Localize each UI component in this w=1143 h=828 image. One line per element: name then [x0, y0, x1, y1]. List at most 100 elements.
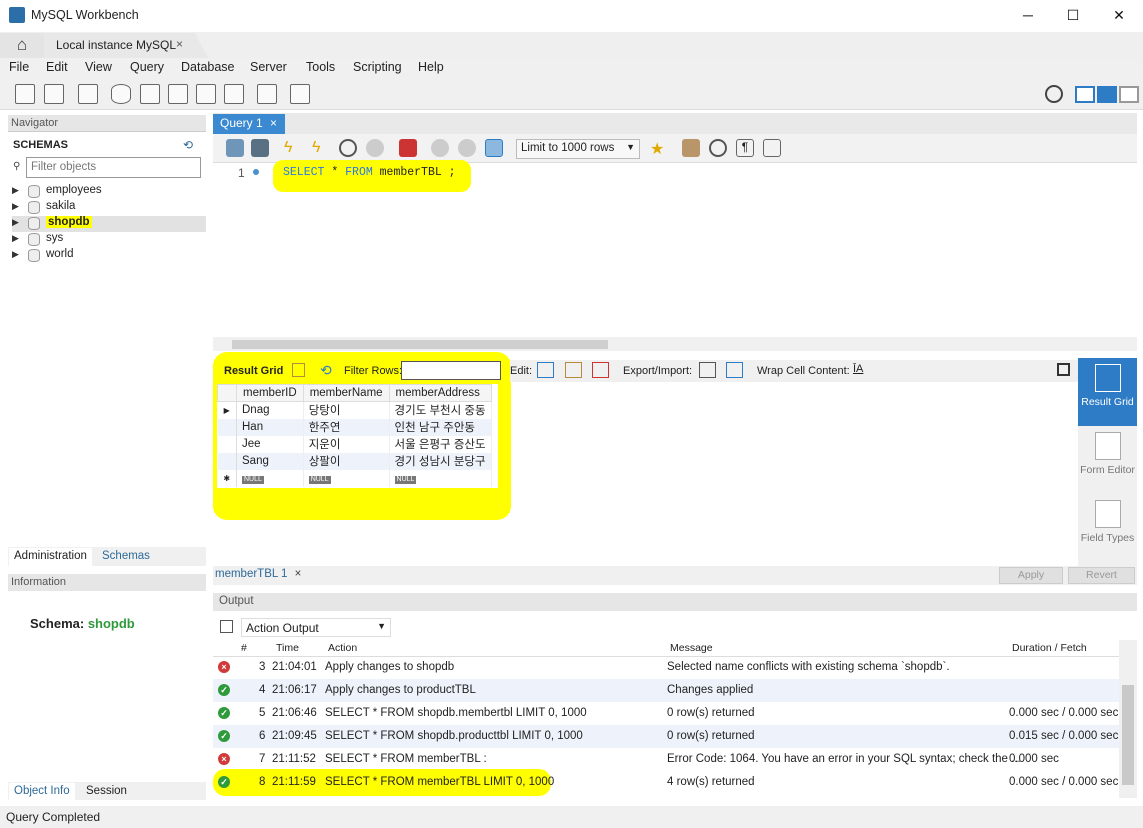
filter-rows-input[interactable] — [401, 361, 501, 380]
table-cell[interactable]: Jee — [236, 435, 304, 453]
table-cell[interactable]: 인천 남구 주안동 — [389, 418, 492, 436]
revert-button[interactable]: Revert — [1068, 567, 1135, 584]
create-schema-icon[interactable] — [111, 84, 131, 104]
menu-tools[interactable]: Tools — [306, 60, 335, 74]
result-grid-label[interactable]: Result Grid — [224, 365, 283, 377]
insert-row-icon[interactable] — [565, 362, 582, 378]
apply-button[interactable]: Apply — [999, 567, 1063, 584]
tab-administration[interactable]: Administration — [9, 548, 92, 566]
result-grid-side-button[interactable]: Result Grid — [1078, 358, 1137, 426]
table-cell[interactable]: 상팔이 — [303, 452, 390, 470]
home-tab[interactable]: ⌂ — [0, 33, 44, 58]
result-grid[interactable]: memberID memberName memberAddress ▶ Dnag… — [217, 384, 492, 487]
instance-tab-close-icon[interactable]: × — [176, 37, 183, 51]
add-snippet-icon[interactable]: ★ — [650, 139, 668, 158]
invisible-chars-icon[interactable]: ¶ — [736, 139, 754, 157]
scrollbar-thumb[interactable] — [1122, 685, 1134, 785]
close-window-button[interactable]: ✕ — [1107, 4, 1131, 26]
commit-icon[interactable] — [431, 139, 449, 157]
tab-schemas[interactable]: Schemas — [97, 548, 155, 566]
new-row[interactable]: ✱ NULL NULL NULL — [217, 469, 492, 487]
grid-layout-icon[interactable] — [292, 363, 305, 377]
expand-arrow-icon[interactable]: ▶ — [12, 249, 19, 260]
rollback-icon[interactable] — [458, 139, 476, 157]
table-cell[interactable]: NULL — [303, 469, 390, 487]
table-row[interactable]: Sang 상팔이 경기 성남시 분당구 — [217, 452, 492, 470]
inspector-icon[interactable] — [78, 84, 98, 104]
instance-tab[interactable]: Local instance MySQL × — [44, 33, 208, 58]
sql-statement[interactable]: SELECT * FROM memberTBL ; — [283, 166, 456, 179]
table-cell[interactable]: Dnag — [236, 401, 304, 419]
scrollbar-thumb[interactable] — [232, 340, 608, 349]
table-cell[interactable]: NULL — [236, 469, 304, 487]
refresh-schemas-icon[interactable]: ⟲ — [183, 138, 193, 152]
output-row[interactable]: × 7 21:11:52 SELECT * FROM memberTBL : E… — [213, 748, 1119, 771]
menu-view[interactable]: View — [85, 60, 112, 74]
expand-arrow-icon[interactable]: ▶ — [12, 201, 19, 212]
output-row[interactable]: ✓ 5 21:06:46 SELECT * FROM shopdb.member… — [213, 702, 1119, 725]
result-tab-close-icon[interactable]: × — [295, 568, 302, 580]
execute-icon[interactable]: ϟ — [284, 139, 302, 157]
column-header[interactable]: memberID — [236, 384, 304, 402]
toggle-continue-on-error-icon[interactable] — [399, 139, 417, 157]
output-row[interactable]: × 3 21:04:01 Apply changes to shopdb Sel… — [213, 656, 1119, 679]
expand-arrow-icon[interactable]: ▶ — [12, 233, 19, 244]
reconnect-icon[interactable] — [290, 84, 310, 104]
menu-scripting[interactable]: Scripting — [353, 60, 402, 74]
tab-object-info[interactable]: Object Info — [9, 783, 75, 801]
limit-rows-select[interactable]: Limit to 1000 rows ▼ — [516, 139, 640, 159]
output-type-select[interactable]: Action Output ▼ — [241, 618, 391, 637]
export-icon[interactable] — [699, 362, 716, 378]
import-icon[interactable] — [726, 362, 743, 378]
table-cell[interactable]: 서울 은평구 증산도 — [389, 435, 492, 453]
edit-row-icon[interactable] — [537, 362, 554, 378]
expand-arrow-icon[interactable]: ▶ — [12, 217, 19, 228]
table-cell[interactable]: 당탕이 — [303, 401, 390, 419]
delete-row-icon[interactable] — [592, 362, 609, 378]
query-1-tab[interactable]: Query 1 × — [213, 114, 285, 134]
stop-icon[interactable] — [366, 139, 384, 157]
refresh-icon[interactable]: ⟲ — [320, 362, 332, 379]
save-icon[interactable] — [251, 139, 269, 157]
form-editor-side-button[interactable]: Form Editor — [1078, 426, 1137, 494]
table-row[interactable]: ▶ Dnag 당탕이 경기도 부천시 중동 — [217, 401, 492, 419]
table-cell[interactable]: 경기도 부천시 중동 — [389, 401, 492, 419]
table-cell[interactable]: Han — [236, 418, 304, 436]
execute-current-icon[interactable]: ϟ — [312, 139, 330, 157]
schema-world[interactable]: ▶ world — [12, 248, 206, 264]
tab-session[interactable]: Session — [81, 783, 132, 801]
output-row[interactable]: ✓ 4 21:06:17 Apply changes to productTBL… — [213, 679, 1119, 702]
new-sql-tab-icon[interactable] — [15, 84, 35, 104]
toggle-panel-icon[interactable] — [1057, 363, 1070, 376]
create-view-icon[interactable] — [168, 84, 188, 104]
schema-sakila[interactable]: ▶ sakila — [12, 200, 206, 216]
menu-query[interactable]: Query — [130, 60, 164, 74]
output-row[interactable]: ✓ 8 21:11:59 SELECT * FROM memberTBL LIM… — [213, 771, 1119, 794]
table-cell[interactable]: Sang — [236, 452, 304, 470]
expand-arrow-icon[interactable]: ▶ — [12, 185, 19, 196]
schema-employees[interactable]: ▶ employees — [12, 184, 206, 200]
filter-objects-input[interactable]: Filter objects — [26, 157, 201, 178]
copy-icon[interactable] — [220, 620, 233, 633]
toggle-secondary-sidebar-icon[interactable] — [1119, 86, 1139, 103]
result-tab-membertbl[interactable]: memberTBL 1 × — [215, 568, 301, 580]
column-header[interactable]: memberAddress — [388, 384, 492, 402]
schema-sys[interactable]: ▶ sys — [12, 232, 206, 248]
table-cell[interactable]: 경기 성남시 분당구 — [389, 452, 492, 470]
wrap-cell-icon[interactable]: ĪA — [853, 363, 863, 375]
maximize-button[interactable]: ☐ — [1061, 4, 1085, 26]
explain-icon[interactable] — [339, 139, 357, 157]
table-row[interactable]: Han 한주연 인천 남구 주안동 — [217, 418, 492, 436]
table-cell[interactable]: 지운이 — [303, 435, 390, 453]
create-function-icon[interactable] — [224, 84, 244, 104]
menu-database[interactable]: Database — [181, 60, 235, 74]
create-procedure-icon[interactable] — [196, 84, 216, 104]
table-cell[interactable]: NULL — [389, 469, 492, 487]
query-tab-close-icon[interactable]: × — [270, 116, 277, 130]
toggle-sidebar-icon[interactable] — [1075, 86, 1095, 103]
schema-shopdb[interactable]: ▶ shopdb — [12, 216, 206, 232]
minimize-button[interactable]: ─ — [1016, 4, 1040, 26]
output-row[interactable]: ✓ 6 21:09:45 SELECT * FROM shopdb.produc… — [213, 725, 1119, 748]
field-types-side-button[interactable]: Field Types — [1078, 494, 1137, 562]
menu-server[interactable]: Server — [250, 60, 287, 74]
